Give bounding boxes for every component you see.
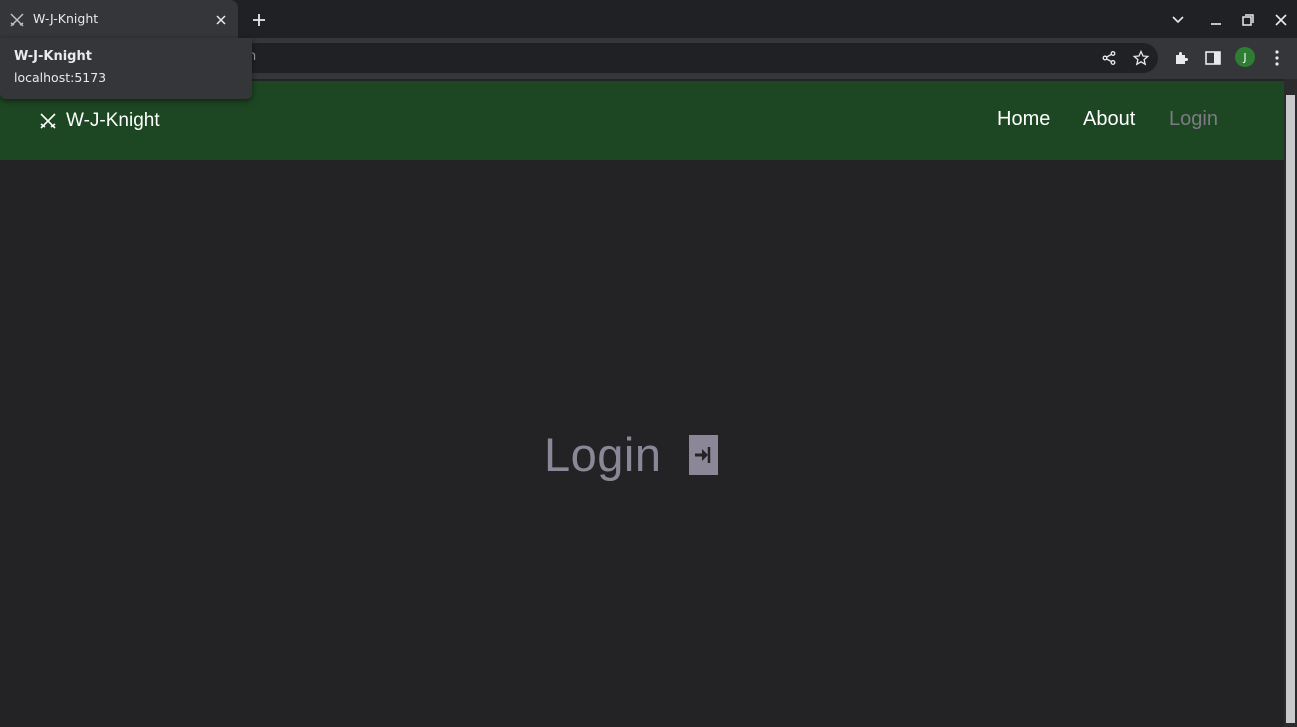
avatar[interactable]: J [1235, 47, 1255, 67]
restore-icon[interactable] [1238, 10, 1258, 30]
minimize-icon[interactable] [1206, 10, 1226, 30]
hover-card-url: localhost:5173 [14, 70, 107, 85]
close-icon[interactable] [212, 11, 230, 29]
brand-link[interactable]: W-J-Knight [39, 110, 160, 132]
tab-strip: W-J-Knight [0, 0, 1297, 38]
browser-tab[interactable]: W-J-Knight [0, 0, 238, 38]
hover-card-title: W-J-Knight [14, 49, 92, 64]
scrollbar-thumb[interactable] [1286, 95, 1295, 723]
page-content: W-J-Knight Home About Login Login [0, 79, 1284, 727]
nav-link-login[interactable]: Login [1169, 108, 1218, 131]
close-window-icon[interactable] [1271, 10, 1291, 30]
nav-link-home[interactable]: Home [997, 108, 1050, 131]
login-hero[interactable]: Login [544, 427, 718, 482]
tab-title: W-J-Knight [33, 11, 99, 26]
tab-hover-card: W-J-Knight localhost:5173 [0, 38, 252, 99]
chevron-down-icon[interactable] [1168, 10, 1188, 30]
menu-dots-icon[interactable] [1267, 48, 1287, 68]
share-icon[interactable] [1099, 48, 1119, 68]
side-panel-icon[interactable] [1203, 48, 1223, 68]
page-scrollbar[interactable] [1284, 79, 1297, 727]
address-bar[interactable]: n [210, 43, 1158, 73]
nav-link-about[interactable]: About [1083, 108, 1135, 131]
login-arrow-icon [688, 434, 718, 475]
crossed-swords-icon [9, 12, 25, 28]
extensions-icon[interactable] [1171, 48, 1191, 68]
crossed-swords-icon [39, 112, 57, 130]
brand-name: W-J-Knight [66, 110, 160, 131]
star-icon[interactable] [1131, 48, 1151, 68]
page-title: Login [544, 428, 662, 481]
new-tab-icon[interactable] [249, 10, 269, 30]
